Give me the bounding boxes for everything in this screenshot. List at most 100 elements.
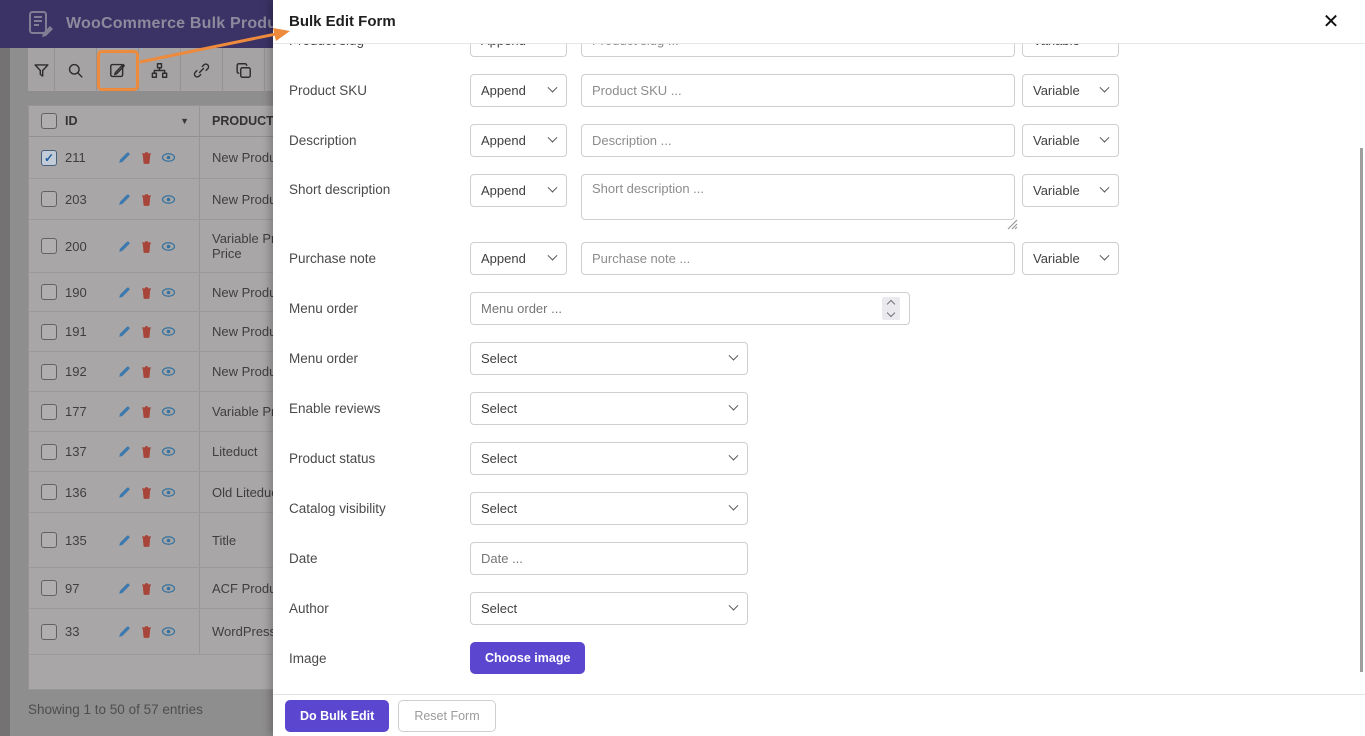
duplicate-button[interactable] — [223, 48, 265, 92]
search-button[interactable] — [55, 48, 97, 92]
row-checkbox[interactable] — [41, 444, 57, 460]
select-all-checkbox[interactable] — [41, 113, 57, 129]
row-checkbox[interactable] — [41, 364, 57, 380]
short-description-textarea[interactable] — [581, 174, 1015, 220]
description-input[interactable] — [581, 124, 1015, 157]
variant-select[interactable]: Variable — [1022, 74, 1119, 107]
view-row-icon[interactable] — [161, 404, 176, 419]
edit-icon-highlight-box — [97, 50, 139, 91]
link-button[interactable] — [181, 48, 223, 92]
view-row-icon[interactable] — [161, 581, 176, 596]
view-row-icon[interactable] — [161, 533, 176, 548]
edit-row-icon[interactable] — [117, 485, 132, 500]
catalog-visibility-select[interactable]: Select — [470, 492, 748, 525]
view-row-icon[interactable] — [161, 624, 176, 639]
hierarchy-button[interactable] — [139, 48, 181, 92]
chevron-down-icon — [729, 401, 739, 411]
delete-row-icon[interactable] — [139, 581, 154, 596]
delete-row-icon[interactable] — [139, 404, 154, 419]
delete-row-icon[interactable] — [139, 192, 154, 207]
mode-select[interactable]: Append — [470, 74, 567, 107]
view-row-icon[interactable] — [161, 364, 176, 379]
view-row-icon[interactable] — [161, 444, 176, 459]
view-row-icon[interactable] — [161, 192, 176, 207]
delete-row-icon[interactable] — [139, 485, 154, 500]
chevron-down-icon — [1100, 83, 1110, 93]
delete-row-icon[interactable] — [139, 533, 154, 548]
edit-row-icon[interactable] — [117, 404, 132, 419]
reset-form-button[interactable]: Reset Form — [398, 700, 495, 732]
row-checkbox[interactable] — [41, 324, 57, 340]
edit-row-icon[interactable] — [117, 364, 132, 379]
product-slug-input[interactable] — [581, 44, 1015, 57]
form-row-short-description: Short description Append Variable — [289, 174, 1365, 225]
author-select[interactable]: Select — [470, 592, 748, 625]
chevron-down-icon — [548, 133, 558, 143]
delete-row-icon[interactable] — [139, 285, 154, 300]
view-row-icon[interactable] — [161, 485, 176, 500]
row-checkbox[interactable] — [41, 238, 57, 254]
row-id: 200 — [65, 239, 103, 254]
view-row-icon[interactable] — [161, 324, 176, 339]
field-label: Product SKU — [289, 83, 470, 98]
field-label: Description — [289, 133, 470, 148]
panel-scrollbar[interactable] — [1360, 148, 1363, 672]
field-label: Menu order — [289, 351, 470, 366]
edit-row-icon[interactable] — [117, 192, 132, 207]
edit-row-icon[interactable] — [117, 444, 132, 459]
row-checkbox[interactable] — [41, 532, 57, 548]
close-icon[interactable]: ✕ — [1319, 10, 1343, 34]
edit-row-icon[interactable] — [117, 285, 132, 300]
edit-row-icon[interactable] — [117, 624, 132, 639]
form-row-enable-reviews: Enable reviews Select — [289, 392, 1365, 425]
menu-order-select[interactable]: Select — [470, 342, 748, 375]
product-status-select[interactable]: Select — [470, 442, 748, 475]
enable-reviews-select[interactable]: Select — [470, 392, 748, 425]
number-spinner[interactable] — [882, 297, 900, 320]
product-sku-input[interactable] — [581, 74, 1015, 107]
variant-select[interactable]: Variable — [1022, 44, 1119, 57]
delete-row-icon[interactable] — [139, 364, 154, 379]
delete-row-icon[interactable] — [139, 150, 154, 165]
row-checkbox[interactable] — [41, 580, 57, 596]
edit-row-icon[interactable] — [117, 581, 132, 596]
row-checkbox[interactable] — [41, 284, 57, 300]
edit-row-icon[interactable] — [117, 150, 132, 165]
mode-select[interactable]: Append — [470, 124, 567, 157]
mode-select[interactable]: Append — [470, 242, 567, 275]
date-input[interactable] — [470, 542, 748, 575]
edit-row-icon[interactable] — [117, 324, 132, 339]
resize-grip-icon[interactable] — [1006, 217, 1018, 229]
variant-select[interactable]: Variable — [1022, 242, 1119, 275]
column-header-id[interactable]: ID — [65, 114, 78, 128]
delete-row-icon[interactable] — [139, 324, 154, 339]
row-checkbox[interactable] — [41, 191, 57, 207]
filter-button[interactable] — [28, 48, 55, 92]
view-row-icon[interactable] — [161, 285, 176, 300]
mode-select[interactable]: Append — [470, 44, 567, 57]
delete-row-icon[interactable] — [139, 444, 154, 459]
menu-order-number-input[interactable] — [470, 292, 910, 325]
variant-select[interactable]: Variable — [1022, 174, 1119, 207]
bulk-edit-form-body: Product slug Append Variable Product SKU… — [273, 44, 1365, 694]
delete-row-icon[interactable] — [139, 624, 154, 639]
row-id: 97 — [65, 581, 103, 596]
mode-select[interactable]: Append — [470, 174, 567, 207]
purchase-note-input[interactable] — [581, 242, 1015, 275]
sort-desc-icon[interactable]: ▼ — [180, 116, 189, 126]
chevron-down-icon — [1100, 251, 1110, 261]
edit-row-icon[interactable] — [117, 533, 132, 548]
row-checkbox[interactable] — [41, 624, 57, 640]
chevron-down-icon — [548, 183, 558, 193]
field-label: Product status — [289, 451, 470, 466]
edit-row-icon[interactable] — [117, 239, 132, 254]
do-bulk-edit-button[interactable]: Do Bulk Edit — [285, 700, 389, 732]
row-checkbox[interactable] — [41, 484, 57, 500]
row-checkbox[interactable] — [41, 404, 57, 420]
choose-image-button[interactable]: Choose image — [470, 642, 585, 674]
delete-row-icon[interactable] — [139, 239, 154, 254]
variant-select[interactable]: Variable — [1022, 124, 1119, 157]
view-row-icon[interactable] — [161, 239, 176, 254]
view-row-icon[interactable] — [161, 150, 176, 165]
row-checkbox[interactable]: ✓ — [41, 150, 57, 166]
